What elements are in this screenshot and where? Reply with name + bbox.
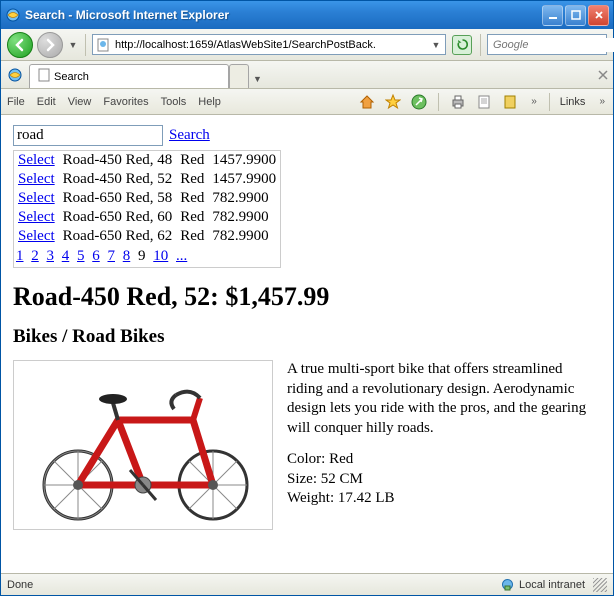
table-row: SelectRoad-450 Red, 48Red1457.9900 [14,151,281,171]
zone-text: Local intranet [519,579,585,591]
menu-bar: File Edit View Favorites Tools Help » Li… [1,89,613,115]
pager-link[interactable]: 10 [153,248,168,264]
links-overflow-icon[interactable]: » [599,96,603,107]
pager-link[interactable]: 5 [77,248,85,264]
titlebar: Search - Microsoft Internet Explorer [1,1,613,29]
select-link[interactable]: Select [18,209,55,225]
result-name: Road-450 Red, 52 [59,170,177,189]
browser-search-input[interactable] [491,38,614,52]
table-row: SelectRoad-650 Red, 62Red782.9900 [14,227,281,246]
result-color: Red [176,151,208,171]
print-icon[interactable] [449,93,467,111]
page-icon [95,37,111,53]
menu-tools[interactable]: Tools [161,96,187,108]
tab-overflow-icon[interactable]: ▼ [253,74,262,84]
category-heading: Bikes / Road Bikes [13,326,601,348]
result-price: 1457.9900 [208,170,280,189]
pager-link[interactable]: 1 [16,248,24,264]
select-link[interactable]: Select [18,171,55,187]
ie-icon [5,7,21,23]
forward-button[interactable] [37,32,63,58]
pager-current: 9 [138,248,146,264]
select-link[interactable]: Select [18,152,55,168]
tab-list-close-icon[interactable] [597,69,609,84]
product-color: Color: Red [287,450,601,470]
status-bar: Done Local intranet [1,573,613,595]
table-row: SelectRoad-650 Red, 60Red782.9900 [14,208,281,227]
pager-link[interactable]: 7 [108,248,116,264]
select-link[interactable]: Select [18,228,55,244]
maximize-button[interactable] [565,5,586,26]
result-color: Red [176,208,208,227]
product-description-block: A true multi-sport bike that offers stre… [287,360,601,509]
status-text: Done [7,579,33,591]
menu-view[interactable]: View [68,96,92,108]
result-name: Road-650 Red, 58 [59,189,177,208]
result-price: 1457.9900 [208,151,280,171]
tab-page-icon [38,68,50,85]
url-input[interactable] [113,38,429,52]
search-input[interactable] [13,125,163,146]
pager: 1 2 3 4 5 6 7 8 9 10 ... [14,246,281,268]
result-price: 782.9900 [208,227,280,246]
minimize-button[interactable] [542,5,563,26]
url-dropdown[interactable]: ▼ [429,40,443,50]
browser-search-box[interactable] [487,34,607,55]
tab-title: Search [54,71,89,83]
home-icon[interactable] [358,93,376,111]
search-link[interactable]: Search [169,127,210,144]
pager-link[interactable]: 2 [31,248,39,264]
product-size: Size: 52 CM [287,470,601,490]
close-button[interactable] [588,5,609,26]
result-color: Red [176,170,208,189]
pager-link[interactable]: ... [176,248,187,264]
results-table: SelectRoad-450 Red, 48Red1457.9900Select… [13,150,281,268]
result-name: Road-450 Red, 48 [59,151,177,171]
pager-link[interactable]: 8 [123,248,131,264]
result-color: Red [176,227,208,246]
pager-link[interactable]: 6 [92,248,100,264]
result-price: 782.9900 [208,208,280,227]
menu-help[interactable]: Help [198,96,221,108]
window-title: Search - Microsoft Internet Explorer [25,8,542,22]
product-image [13,360,273,530]
feeds-icon[interactable] [410,93,428,111]
select-link[interactable]: Select [18,190,55,206]
back-button[interactable] [7,32,33,58]
menu-edit[interactable]: Edit [37,96,56,108]
result-color: Red [176,189,208,208]
page-icon-toolbar[interactable] [475,93,493,111]
favorites-star-icon[interactable] [384,93,402,111]
browser-window: Search - Microsoft Internet Explorer ▼ ▼ [0,0,614,596]
page-content: Search SelectRoad-450 Red, 48Red1457.990… [1,115,613,573]
table-row: SelectRoad-450 Red, 52Red1457.9900 [14,170,281,189]
menu-favorites[interactable]: Favorites [103,96,148,108]
toolbar-overflow-icon[interactable]: » [531,96,535,107]
nav-history-dropdown[interactable]: ▼ [67,40,79,50]
address-bar[interactable]: ▼ [92,34,446,55]
refresh-button[interactable] [452,35,472,55]
nav-toolbar: ▼ ▼ [1,29,613,61]
tools-icon[interactable] [501,93,519,111]
result-name: Road-650 Red, 62 [59,227,177,246]
result-price: 782.9900 [208,189,280,208]
zone-icon [501,578,515,592]
favorites-icon[interactable] [5,64,25,86]
product-description: A true multi-sport bike that offers stre… [287,360,601,438]
tab-bar: Search ▼ [1,61,613,89]
product-weight: Weight: 17.42 LB [287,489,601,509]
product-title: Road-450 Red, 52: $1,457.99 [13,282,601,312]
pager-link[interactable]: 3 [47,248,55,264]
new-tab-button[interactable] [229,64,249,88]
table-row: SelectRoad-650 Red, 58Red782.9900 [14,189,281,208]
result-name: Road-650 Red, 60 [59,208,177,227]
links-label[interactable]: Links [560,96,586,108]
resize-grip[interactable] [593,578,607,592]
menu-file[interactable]: File [7,96,25,108]
pager-link[interactable]: 4 [62,248,70,264]
tab-active[interactable]: Search [29,64,229,88]
